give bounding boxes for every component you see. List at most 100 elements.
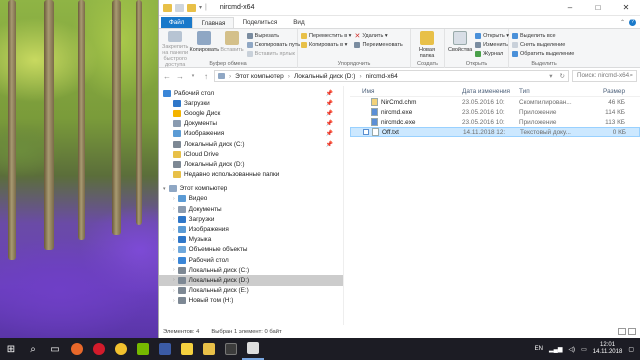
language-indicator[interactable]: EN: [535, 346, 543, 352]
tab-home[interactable]: Главная: [192, 17, 235, 28]
file-row[interactable]: nircmdc.exe 23.05.2016 10: Приложение 113 К…: [350, 117, 640, 127]
expand-chevron-icon[interactable]: ›: [173, 216, 175, 222]
network-icon[interactable]: ▂▄▆: [549, 346, 562, 353]
nav-this-pc[interactable]: ▾ Этот компьютер: [159, 184, 343, 194]
up-icon[interactable]: ↑: [201, 72, 211, 81]
nav-this-pc-item[interactable]: › Локальный диск (C:): [159, 265, 343, 275]
nav-quick-access-item[interactable]: Изображения 📌: [159, 129, 343, 139]
new-folder-icon[interactable]: [187, 3, 196, 12]
ribbon-collapse-icon[interactable]: ⌃: [620, 19, 625, 26]
back-icon[interactable]: ←: [162, 72, 172, 81]
nav-this-pc-item[interactable]: › Музыка: [159, 235, 343, 245]
nav-quick-access-item[interactable]: Рабочий стол 📌: [159, 88, 343, 98]
nav-this-pc-item[interactable]: › Новый том (H:): [159, 296, 343, 306]
column-date[interactable]: Дата изменения: [462, 88, 519, 95]
system-tray: EN ▂▄▆ ◁) ▭ 12:01 14.11.2018 ▢: [535, 342, 640, 356]
active-app-icon[interactable]: [242, 338, 264, 360]
expand-chevron-icon[interactable]: ›: [173, 196, 175, 202]
file-row[interactable]: NirCmd.chm 23.05.2016 10: Скомпилирован...…: [350, 97, 640, 107]
edit-button[interactable]: Изменить: [475, 41, 509, 48]
expand-chevron-icon[interactable]: ›: [173, 277, 175, 283]
opera-icon[interactable]: [88, 338, 110, 360]
maximize-button[interactable]: □: [584, 0, 612, 16]
minimize-button[interactable]: –: [556, 0, 584, 16]
large-icons-view-icon[interactable]: [628, 328, 636, 335]
expand-chevron-icon[interactable]: ›: [173, 227, 175, 233]
expand-chevron-icon[interactable]: ▾: [163, 186, 166, 192]
file-row[interactable]: Off.txt 14.11.2018 12: Текстовый доку... 0 …: [350, 127, 640, 137]
volume-icon[interactable]: ◁): [568, 346, 575, 353]
rename-button[interactable]: Переименовать: [354, 41, 403, 48]
invert-selection-button[interactable]: Обратить выделение: [512, 50, 574, 57]
nav-quick-access-item[interactable]: Локальный диск (C:) 📌: [159, 139, 343, 149]
tab-view[interactable]: Вид: [285, 17, 312, 28]
column-name[interactable]: Имя: [350, 88, 462, 95]
nav-quick-access-item[interactable]: Google Диск 📌: [159, 108, 343, 118]
breadcrumb-this-pc[interactable]: Этот компьютер: [235, 73, 284, 80]
paste-shortcut-button[interactable]: Вставить ярлык: [246, 50, 301, 57]
details-view-icon[interactable]: [618, 328, 626, 335]
quick-access-dropdown-icon[interactable]: ▾: [199, 4, 202, 11]
recent-locations-icon[interactable]: ▾: [188, 73, 198, 79]
copy-to-button[interactable]: Копировать в ▾: [301, 41, 351, 48]
breadcrumb-folder[interactable]: nircmd-x64: [366, 73, 398, 80]
file-date: 14.11.2018 12:: [463, 128, 506, 136]
select-all-button[interactable]: Выделить все: [512, 32, 574, 39]
nav-this-pc-item[interactable]: › Изображения: [159, 224, 343, 234]
notifications-icon[interactable]: ▢: [628, 346, 634, 353]
start-button[interactable]: ⊞: [0, 338, 22, 360]
task-view-icon[interactable]: ▭: [44, 338, 66, 360]
tab-share[interactable]: Поделиться: [234, 17, 285, 28]
nav-this-pc-item[interactable]: › Документы: [159, 204, 343, 214]
notes-icon[interactable]: [176, 338, 198, 360]
nav-quick-access-item[interactable]: Документы 📌: [159, 119, 343, 129]
firefox-icon[interactable]: [66, 338, 88, 360]
expand-chevron-icon[interactable]: ›: [173, 247, 175, 253]
nvidia-icon[interactable]: [132, 338, 154, 360]
column-type[interactable]: Тип: [519, 88, 577, 95]
tab-file[interactable]: Файл: [161, 17, 193, 28]
address-bar[interactable]: › Этот компьютер › Локальный диск (D:) ›…: [214, 70, 569, 82]
row-checkbox[interactable]: [363, 129, 369, 135]
nav-quick-access-item[interactable]: Локальный диск (D:): [159, 159, 343, 169]
help-icon[interactable]: ?: [629, 19, 636, 26]
nav-quick-access-item[interactable]: iCloud Drive: [159, 149, 343, 159]
nav-quick-access-item[interactable]: Недавно использованные папки: [159, 170, 343, 180]
address-dropdown-icon[interactable]: ▾: [549, 72, 555, 80]
refresh-icon[interactable]: ↻: [560, 72, 568, 80]
terminal-icon[interactable]: [220, 338, 242, 360]
file-row[interactable]: nircmd.exe 23.05.2016 10: Приложение 114 КБ: [350, 107, 640, 117]
nav-this-pc-item[interactable]: › Загрузки: [159, 214, 343, 224]
nav-this-pc-item[interactable]: › Локальный диск (E:): [159, 286, 343, 296]
media-player-icon[interactable]: [154, 338, 176, 360]
cut-button[interactable]: Вырезать: [246, 32, 301, 39]
close-button[interactable]: ✕: [612, 0, 640, 16]
expand-chevron-icon[interactable]: ›: [173, 298, 175, 304]
nav-quick-access-item[interactable]: Загрузки 📌: [159, 98, 343, 108]
expand-chevron-icon[interactable]: ›: [173, 237, 175, 243]
expand-chevron-icon[interactable]: ›: [173, 257, 175, 263]
battery-icon[interactable]: ▭: [581, 346, 587, 353]
history-button[interactable]: Журнал: [475, 50, 509, 57]
breadcrumb-drive-d[interactable]: Локальный диск (D:): [294, 73, 356, 80]
open-button[interactable]: Открыть ▾: [475, 32, 509, 39]
properties-icon[interactable]: [175, 3, 184, 12]
copy-path-button[interactable]: Скопировать путь: [246, 41, 300, 48]
search-icon[interactable]: ⌕: [22, 338, 44, 360]
expand-chevron-icon[interactable]: ›: [173, 288, 175, 294]
nav-this-pc-item[interactable]: › Локальный диск (D:): [159, 275, 343, 286]
select-none-button[interactable]: Снять выделение: [512, 41, 574, 48]
nav-this-pc-item[interactable]: › Объемные объекты: [159, 245, 343, 255]
expand-chevron-icon[interactable]: ›: [173, 206, 175, 212]
clock[interactable]: 12:01 14.11.2018: [593, 342, 623, 356]
nav-this-pc-item[interactable]: › Видео: [159, 194, 343, 204]
nav-this-pc-item[interactable]: › Рабочий стол: [159, 255, 343, 265]
file-explorer-icon[interactable]: [198, 338, 220, 360]
column-size[interactable]: Размер: [577, 88, 629, 95]
expand-chevron-icon[interactable]: ›: [173, 267, 175, 273]
chrome-icon[interactable]: [110, 338, 132, 360]
forward-icon[interactable]: →: [175, 72, 185, 81]
search-input[interactable]: Поиск: nircmd-x64 ⌕: [572, 70, 637, 82]
delete-button[interactable]: ✕ Удалить ▾: [354, 32, 402, 40]
move-to-button[interactable]: Переместить в ▾: [301, 32, 351, 39]
